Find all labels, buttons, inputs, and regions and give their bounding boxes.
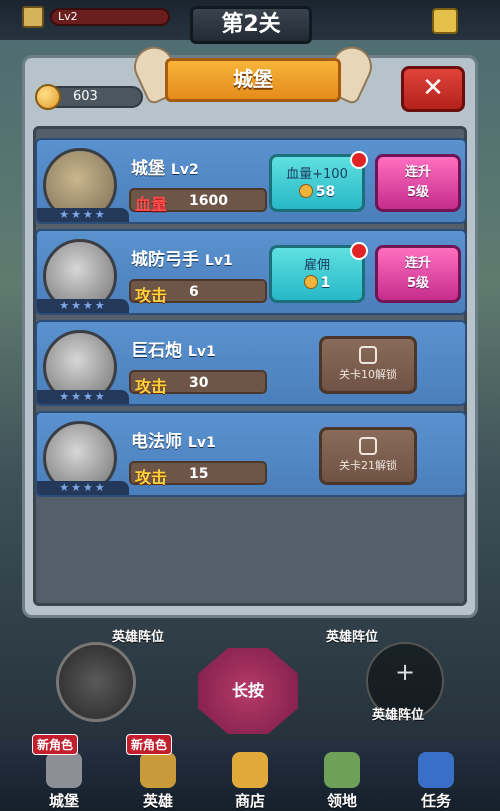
close-button[interactable]: ✕ [401, 66, 465, 112]
list-item: ★★★★ 城堡 Lv2 血量 1600 血量+100 58 连升 5级 [35, 138, 467, 224]
stat-value: 1600 [189, 193, 228, 209]
tab-shop[interactable]: 商店 [210, 742, 290, 811]
star-rating: ★★★★ [37, 208, 129, 222]
coin-icon [35, 84, 61, 110]
formation-label-right: 英雄阵位 [326, 630, 379, 645]
unit-name: 城堡 Lv2 [131, 159, 199, 179]
territory-icon [324, 752, 360, 788]
unit-name: 城防弓手 Lv1 [131, 250, 233, 270]
stat-value: 30 [189, 375, 209, 391]
level-bar: Lv2 [50, 8, 170, 26]
stat-label: 血量 [135, 195, 168, 214]
castle-panel: 603 城堡 ✕ ★★★★ 城堡 Lv2 血量 1600 血量+100 58 连… [22, 40, 478, 618]
star-rating: ★★★★ [37, 481, 129, 495]
level-title: 第2关 [190, 6, 312, 44]
tab-heroes[interactable]: 新角色 英雄 [118, 734, 198, 811]
stat-value: 15 [189, 466, 209, 482]
list-item: ★★★★ 巨石炮 Lv1 攻击 30 关卡10解锁 [35, 320, 467, 406]
hire-button[interactable]: 雇佣 1 [269, 242, 368, 303]
coin-icon [303, 275, 318, 289]
notification-dot [350, 242, 368, 260]
castle-icon [22, 6, 44, 28]
new-badge: 新角色 [126, 734, 173, 755]
lock-icon [359, 437, 377, 455]
stat-box: 血量 1600 [129, 188, 267, 214]
coin-icon [298, 184, 313, 198]
list-item: ★★★★ 电法师 Lv1 攻击 15 关卡21解锁 [35, 411, 467, 497]
coin-amount: 603 [73, 89, 98, 104]
panel-title: 城堡 [165, 58, 341, 102]
list-item: ★★★★ 城防弓手 Lv1 攻击 6 雇佣 1 连升 5级 [35, 229, 467, 315]
star-rating: ★★★★ [37, 299, 129, 313]
stat-box: 攻击 30 [129, 370, 267, 396]
stat-box: 攻击 6 [129, 279, 267, 305]
multi-upgrade-button[interactable]: 连升 5级 [375, 154, 461, 212]
tab-castle[interactable]: 新角色 城堡 [24, 734, 104, 811]
task-book-icon [418, 752, 454, 788]
hero-helmet-icon [140, 752, 176, 788]
add-hero-label: 英雄阵位 [372, 708, 425, 723]
tab-territory[interactable]: 领地 [302, 742, 382, 811]
stat-label: 攻击 [135, 377, 168, 396]
coin-counter: 603 [35, 84, 143, 110]
locked-button[interactable]: 关卡10解锁 [319, 336, 417, 394]
top-bar: Lv2 第2关 [0, 0, 500, 44]
upgrade-hp-button[interactable]: 血量+100 58 [269, 151, 368, 212]
locked-button[interactable]: 关卡21解锁 [319, 427, 417, 485]
castle-icon [46, 752, 82, 788]
star-rating: ★★★★ [37, 390, 129, 404]
formation-label-left: 英雄阵位 [112, 630, 165, 645]
notification-dot [350, 151, 368, 169]
stat-label: 攻击 [135, 286, 168, 305]
stat-box: 攻击 15 [129, 461, 267, 487]
unit-name: 巨石炮 Lv1 [131, 341, 216, 361]
multi-upgrade-button[interactable]: 连升 5级 [375, 245, 461, 303]
shop-icon [232, 752, 268, 788]
lock-icon [359, 346, 377, 364]
settings-icon[interactable] [432, 8, 458, 34]
hero-slot[interactable] [56, 642, 136, 722]
stat-label: 攻击 [135, 468, 168, 487]
unit-name: 电法师 Lv1 [131, 432, 216, 452]
new-badge: 新角色 [32, 734, 79, 755]
tab-tasks[interactable]: 任务 [396, 742, 476, 811]
bottom-tab-bar: 新角色 城堡 新角色 英雄 商店 领地 任务 [0, 734, 500, 811]
stat-value: 6 [189, 284, 199, 300]
long-press-button[interactable]: 长按 [198, 648, 298, 734]
panel-banner: 城堡 [127, 40, 379, 106]
